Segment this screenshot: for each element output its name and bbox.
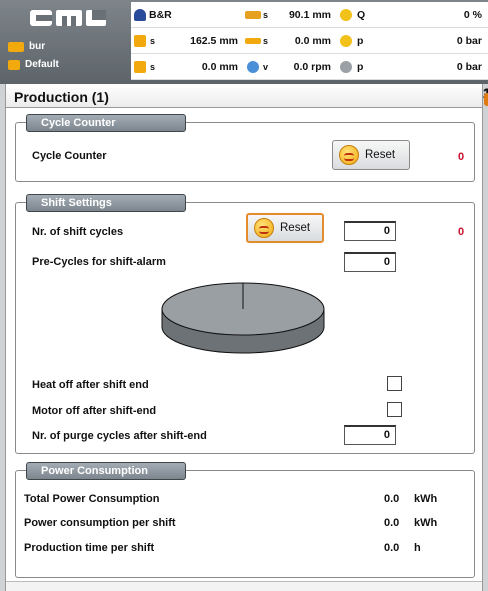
hydraulic-icon: [337, 54, 355, 80]
screw-icon: [244, 2, 262, 28]
power-per-shift-value: 0.0: [384, 517, 400, 529]
production-time-value: 0.0: [384, 542, 400, 554]
operator-name: B&R: [149, 2, 244, 28]
ejector-icon: [131, 54, 149, 80]
screw-rotation: v 0.0 rpm: [262, 54, 337, 80]
mold-indicator: Default: [8, 59, 59, 70]
reset-icon: [339, 145, 359, 165]
production-time-unit: h: [414, 542, 421, 554]
motor-off-checkbox[interactable]: [387, 402, 402, 417]
heat-off-checkbox[interactable]: [387, 376, 402, 391]
purge-cycles-label: Nr. of purge cycles after shift-end: [32, 430, 207, 442]
hydraulic-label: p: [355, 54, 447, 80]
shift-reset-button[interactable]: Reset: [246, 213, 324, 243]
injection-icon: [244, 28, 262, 54]
step-oil-icon[interactable]: [484, 93, 488, 106]
total-power-value: 0.0: [384, 493, 400, 505]
cycle-counter-panel: Cycle Counter Cycle Counter Reset 0: [15, 114, 475, 182]
page-title: Production (1): [14, 89, 109, 105]
power-per-shift-label: Power consumption per shift: [24, 517, 176, 529]
purge-cycles-input[interactable]: 0: [344, 425, 396, 445]
machine-values-grid: B&R s 90.1 mm Q 0 % s 162.5 mm s 0.0 mm p 0…: [131, 2, 488, 80]
shift-settings-tab: Shift Settings: [26, 194, 186, 212]
quantity-icon: [337, 2, 355, 28]
injection-position: s 0.0 mm: [262, 28, 337, 54]
reset-label: Reset: [365, 149, 396, 161]
cml-logo: [30, 10, 106, 26]
reset-label: Reset: [280, 222, 311, 234]
mode-indicator: bur: [8, 41, 45, 52]
rotation-icon: [244, 54, 262, 80]
power-per-shift-unit: kWh: [414, 517, 438, 529]
ejector-position: s 0.0 mm: [149, 54, 244, 80]
mold-label: Default: [25, 59, 59, 70]
hydraulic-value: 0 bar: [447, 54, 488, 80]
machine-status-bar: bur Default B&R s 90.1 mm Q 0 % s 162.5 mm…: [0, 0, 488, 84]
heat-off-label: Heat off after shift end: [32, 379, 149, 391]
total-power-label: Total Power Consumption: [24, 493, 160, 505]
mold-icon: [131, 28, 149, 54]
power-consumption-panel: Power Consumption Total Power Consumptio…: [15, 462, 475, 578]
production-time-label: Production time per shift: [24, 542, 155, 554]
pressure-icon: [337, 28, 355, 54]
quantity-label: Q: [355, 2, 447, 28]
operator-icon: [131, 2, 149, 28]
mold-data-icon: [8, 59, 20, 70]
mold-position: s 162.5 mm: [149, 28, 244, 54]
cycle-counter-value: 0: [458, 151, 465, 163]
nr-shift-cycles-value: 0: [458, 226, 465, 238]
pre-cycles-label: Pre-Cycles for shift-alarm: [32, 256, 166, 268]
shift-progress-pie: [161, 282, 325, 354]
cycle-counter-label: Cycle Counter: [32, 150, 107, 162]
total-power-unit: kWh: [414, 493, 438, 505]
pressure-label: p: [355, 28, 447, 54]
pre-cycles-input[interactable]: 0: [344, 252, 396, 272]
production-page: Production (1) 1 2 Cycle Counter Cycle C…: [5, 84, 488, 591]
mode-icon: [8, 41, 24, 52]
power-consumption-tab: Power Consumption: [26, 462, 186, 480]
cycle-counter-tab: Cycle Counter: [26, 114, 186, 132]
nr-shift-cycles-input[interactable]: 0: [344, 221, 396, 241]
quantity-value: 0 %: [447, 2, 488, 28]
pressure-value: 0 bar: [447, 28, 488, 54]
mode-label: bur: [29, 41, 46, 52]
cycle-counter-reset-button[interactable]: Reset: [332, 140, 410, 170]
reset-icon: [254, 218, 274, 238]
page-header: Production (1) 1 2: [6, 84, 488, 108]
shift-settings-panel: Shift Settings Nr. of shift cycles Reset…: [15, 194, 475, 454]
page-footer: [6, 581, 482, 591]
nr-shift-cycles-label: Nr. of shift cycles: [32, 226, 124, 238]
screw-position: s 90.1 mm: [262, 2, 337, 28]
motor-off-label: Motor off after shift-end: [32, 405, 157, 417]
